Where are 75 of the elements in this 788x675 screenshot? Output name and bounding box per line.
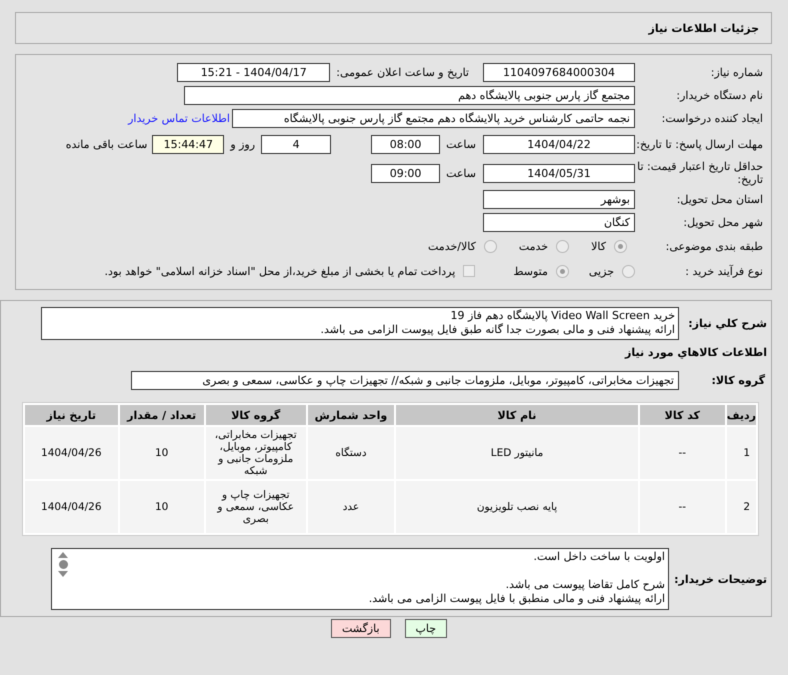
field-label: شماره نیاز:: [710, 66, 764, 79]
radio-button[interactable]: [484, 240, 497, 253]
table-cell: 1404/04/26: [25, 481, 118, 533]
field-label: روز و: [230, 138, 256, 150]
column-header: تعداد / مقدار: [120, 405, 204, 425]
radio-button[interactable]: [556, 240, 570, 253]
value-field: 1404/04/22: [483, 134, 635, 154]
notes-line: اولویت با ساخت داخل است.: [534, 550, 665, 563]
table-cell: مانیتور LED: [396, 427, 638, 479]
value-field: نجمه حاتمی کارشناس خرید پالایشگاه دهم مجتمع گاز پارس جنوبی پالایشگاه: [232, 109, 635, 128]
back-button[interactable]: بازگشت: [330, 619, 391, 638]
print-button[interactable]: چاپ: [404, 619, 448, 638]
field-label: توضیحات خریدار:: [673, 572, 767, 586]
field-label: طبقه بندی موضوعی:: [664, 240, 764, 253]
radio-button[interactable]: [614, 240, 627, 253]
radio-button[interactable]: [556, 264, 569, 278]
table-cell: --: [640, 481, 725, 533]
table-cell: 1404/04/26: [25, 427, 118, 479]
field-label: جزیی: [588, 264, 614, 278]
field-label: استان محل تحویل:: [676, 193, 764, 206]
table-cell: تجهیزات چاپ و عکاسی، سمعی و بصری: [206, 481, 306, 533]
column-header: نام کالا: [396, 405, 638, 425]
radio-button[interactable]: [622, 264, 635, 278]
field-label: نام دستگاه خریدار:: [675, 89, 764, 102]
value-field: تجهیزات مخابراتی، کامپیوتر، موبایل، ملزومات جانبی و شبکه// تجهیزات چاپ و عکاسی، سمعی و بصری: [131, 371, 679, 390]
value-field: 1404/04/17 - 15:21: [177, 63, 330, 82]
column-header: تاریخ نیاز: [25, 405, 118, 425]
table-cell: --: [640, 427, 725, 479]
table-cell: 10: [120, 481, 204, 533]
field-label: ساعت: [446, 138, 476, 150]
value-field: بوشهر: [483, 190, 635, 209]
field-label: شهر محل تحویل:: [682, 216, 764, 229]
section-heading: اطلاعات کالاهاي مورد نياز: [625, 346, 767, 359]
value-field: کنگان: [483, 213, 635, 232]
field-label: کالا/خدمت: [428, 240, 476, 253]
field-label: مهلت ارسال پاسخ: تا تاریخ:: [635, 138, 764, 150]
checkbox[interactable]: [463, 265, 476, 277]
value-field: 1104097684000304: [483, 63, 635, 82]
timer-field: 15:44:47: [152, 134, 224, 154]
column-header: واحد شمارش: [308, 405, 394, 425]
table-cell: 10: [120, 427, 204, 479]
field-label: گروه کالا:: [710, 374, 765, 387]
value-field: 09:00: [371, 164, 440, 182]
table-cell: 2: [726, 481, 756, 533]
value-field: 4: [261, 134, 332, 154]
field-label: متوسط: [513, 264, 548, 278]
table-cell: پایه نصب تلویزیون: [396, 481, 638, 533]
page-title: جزئیات اطلاعات نیاز: [648, 22, 760, 34]
column-header: ردیف: [726, 405, 756, 425]
scroll-up-icon[interactable]: [58, 552, 68, 558]
table-cell: عدد: [308, 481, 394, 533]
value-field: مجتمع گاز پارس جنوبی پالایشگاه دهم: [184, 86, 635, 105]
field-label: شرح کلي نياز:: [687, 317, 767, 330]
table-cell: دستگاه: [308, 427, 394, 479]
table-cell: تجهیزات مخابراتی، کامپیوتر، موبایل، ملزومات جانبی و شبکه: [206, 427, 306, 479]
value-field: 1404/05/31: [483, 164, 635, 182]
value-field: 08:00: [371, 134, 440, 154]
table-cell: 1: [726, 427, 756, 479]
notes-line: شرح کامل تقاضا پیوست می باشد.: [506, 578, 665, 591]
field-label: نوع فرآیند خرید :: [684, 264, 764, 278]
field-label: ایجاد کننده درخواست:: [660, 112, 764, 125]
field-label: حداقل تاریخ اعتبار قیمت: تا تاریخ:: [636, 160, 764, 186]
field-label: ساعت: [446, 166, 476, 180]
contact-link[interactable]: اطلاعات تماس خریدار: [128, 112, 230, 125]
field-label: کالا: [591, 240, 606, 253]
field-label: خدمت: [518, 240, 548, 253]
field-label: ساعت باقی مانده: [66, 138, 148, 150]
field-label: پرداخت تمام یا بخشی از مبلغ خرید،از محل "اسناد خزانه اسلامی" خواهد بود.: [104, 264, 456, 278]
column-header: گروه کالا: [206, 405, 306, 425]
field-label: تاریخ و ساعت اعلان عمومی:: [336, 66, 469, 79]
notes-line: ارائه پیشنهاد فنی و مالی منطبق با فایل پیوست الزامی می باشد.: [368, 592, 665, 605]
scroll-thumb-icon[interactable]: [58, 560, 68, 569]
scroll-down-icon[interactable]: [58, 571, 68, 577]
column-header: کد کالا: [640, 405, 725, 425]
description-box: خرید Video Wall Screen پالایشگاه دهم فاز 19 ارائه پیشنهاد فنی و مالی بصورت جدا گانه طبق فایل پیوست الزامی می باشد.: [41, 307, 679, 340]
